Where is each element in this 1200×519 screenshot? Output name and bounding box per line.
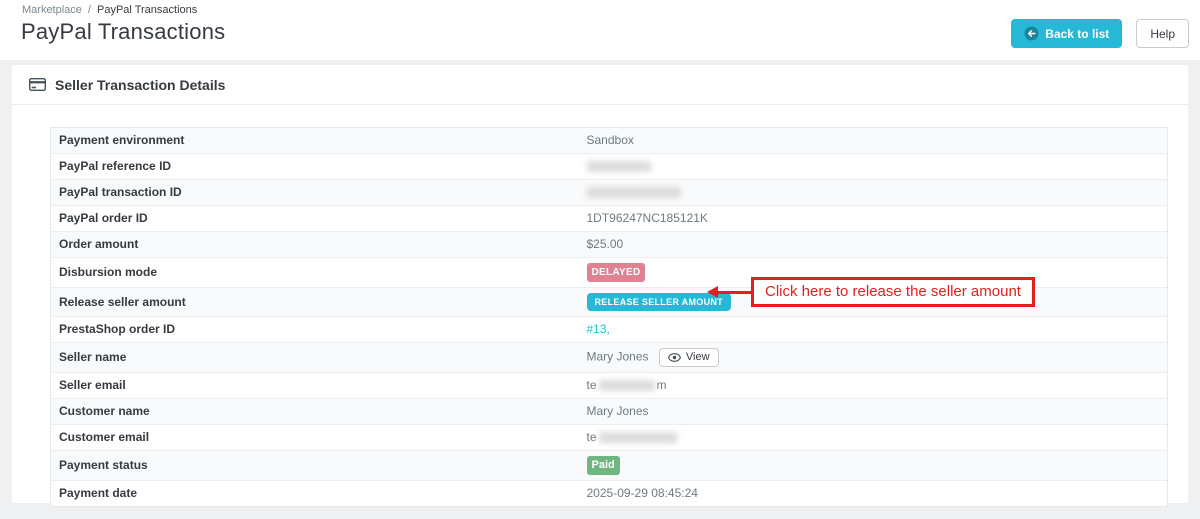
row-value: te m: [578, 372, 1168, 399]
email-prefix: te: [586, 430, 597, 444]
row-label: Payment status: [50, 450, 579, 481]
row-value: 2025-09-29 08:45:24: [578, 480, 1168, 507]
redacted-value: [598, 380, 655, 392]
top-bar: Marketplace / PayPal Transactions PayPal T…: [0, 0, 1200, 60]
credit-card-icon: [29, 78, 46, 91]
back-to-list-label: Back to list: [1045, 26, 1110, 41]
back-to-list-button[interactable]: Back to list: [1011, 19, 1123, 48]
annotation-arrow-head: [707, 286, 718, 298]
row-label: Customer email: [50, 424, 579, 451]
table-row: Payment date 2025-09-29 08:45:24: [50, 480, 1168, 507]
row-label: Payment date: [50, 480, 579, 507]
page-title: PayPal Transactions: [21, 19, 226, 44]
row-value: te: [578, 424, 1168, 451]
table-row: Customer email te: [50, 424, 1168, 451]
eye-icon: [667, 352, 681, 362]
view-button-label: View: [685, 351, 710, 363]
back-arrow-icon: [1024, 26, 1039, 41]
panel-heading: Seller Transaction Details: [12, 65, 1188, 105]
annotation-arrow-line: [718, 290, 751, 294]
panel-title: Seller Transaction Details: [55, 76, 226, 93]
redacted-value: [598, 432, 677, 444]
table-row: Payment status Paid: [50, 450, 1168, 481]
breadcrumb-current: PayPal Transactions: [96, 4, 198, 16]
status-badge-paid: Paid: [586, 456, 620, 475]
annotation-callout: Click here to release the seller amount: [707, 277, 1035, 307]
row-value: [578, 179, 1168, 206]
row-value: Paid: [578, 450, 1168, 481]
row-label: Payment environment: [50, 127, 579, 154]
transaction-details-table: Payment environment Sandbox PayPal refer…: [50, 127, 1168, 507]
table-row: PayPal transaction ID: [50, 179, 1168, 206]
breadcrumb-separator: /: [87, 4, 91, 16]
row-label: PayPal order ID: [50, 205, 579, 232]
row-label: Seller name: [50, 342, 579, 373]
email-prefix: te: [586, 378, 597, 392]
row-value: Mary Jones: [578, 398, 1168, 425]
seller-name-text: Mary Jones: [586, 349, 649, 364]
annotation-box: Click here to release the seller amount: [751, 277, 1035, 307]
row-label: Release seller amount: [50, 287, 579, 317]
row-value: 1DT96247NC185121K: [578, 205, 1168, 232]
row-value: Mary Jones View: [578, 342, 1168, 373]
table-row: Payment environment Sandbox: [50, 127, 1168, 154]
table-row: PayPal reference ID: [50, 153, 1168, 180]
row-value: Sandbox: [578, 127, 1168, 154]
row-label: PayPal transaction ID: [50, 179, 579, 206]
row-label: Order amount: [50, 231, 579, 258]
prestashop-order-link[interactable]: #13: [587, 322, 607, 336]
row-label: PayPal reference ID: [50, 153, 579, 180]
breadcrumb-marketplace[interactable]: Marketplace: [22, 4, 82, 16]
row-value: [578, 153, 1168, 180]
status-badge-delayed: DELAYED: [586, 263, 646, 282]
breadcrumb: Marketplace / PayPal Transactions: [22, 4, 197, 16]
table-row: PayPal order ID 1DT96247NC185121K: [50, 205, 1168, 232]
row-label: Customer name: [50, 398, 579, 425]
table-row: Customer name Mary Jones: [50, 398, 1168, 425]
row-label: Disbursion mode: [50, 257, 579, 288]
header-actions: Back to list Help: [1011, 19, 1189, 48]
row-value: #13,: [578, 316, 1168, 343]
redacted-value: [586, 161, 651, 173]
row-label: Seller email: [50, 372, 579, 399]
row-value: $25.00: [578, 231, 1168, 258]
table-row: Seller name Mary Jones View: [50, 342, 1168, 373]
page: Marketplace / PayPal Transactions PayPal T…: [0, 0, 1200, 519]
email-suffix: m: [656, 378, 667, 392]
redacted-value: [586, 187, 681, 199]
table-row: PrestaShop order ID #13,: [50, 316, 1168, 343]
row-label: PrestaShop order ID: [50, 316, 579, 343]
view-seller-button[interactable]: View: [658, 348, 719, 367]
link-suffix: ,: [606, 322, 610, 336]
table-row: Order amount $25.00: [50, 231, 1168, 258]
table-row: Seller email te m: [50, 372, 1168, 399]
help-button[interactable]: Help: [1136, 19, 1189, 48]
